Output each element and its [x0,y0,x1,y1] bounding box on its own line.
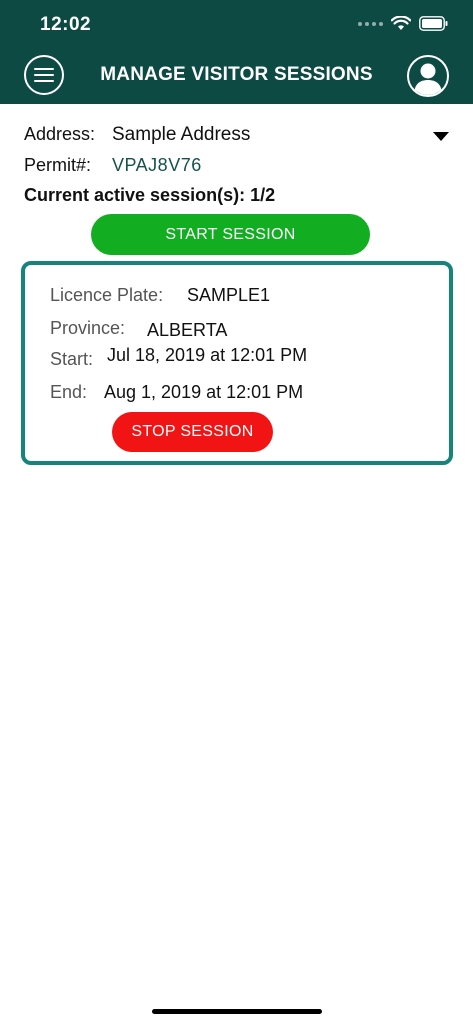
active-sessions-count: Current active session(s): 1/2 [24,185,276,205]
app-header: 12:02 MANAGE VISITOR SESSIONS [0,0,473,104]
licence-plate-label: Licence Plate: [50,285,164,305]
province-value: ALBERTA [147,320,228,340]
dropdown-caret-icon[interactable] [433,132,449,141]
cellular-signal-icon [358,21,383,26]
start-session-button[interactable]: START SESSION [91,214,370,255]
permit-value: VPAJ8V76 [112,155,202,175]
battery-icon [419,16,448,31]
start-value: Jul 18, 2019 at 12:01 PM [107,345,308,365]
status-icons [358,16,449,31]
menu-button[interactable] [24,55,64,95]
hamburger-menu-icon [34,68,54,82]
address-value: Sample Address [112,124,251,145]
stop-session-button[interactable]: STOP SESSION [112,412,273,452]
page-title: MANAGE VISITOR SESSIONS [100,64,373,85]
permit-label: Permit#: [24,155,92,175]
wifi-icon [391,16,411,30]
licence-plate-value: SAMPLE1 [187,285,271,305]
session-card: Licence Plate: SAMPLE1 Province: ALBERTA… [21,261,453,465]
status-time: 12:02 [40,14,92,35]
permit-row: Permit#: VPAJ8V76 [24,155,202,176]
address-label: Address: [24,124,96,144]
end-value: Aug 1, 2019 at 12:01 PM [104,382,304,402]
province-label: Province: [50,318,126,338]
profile-button[interactable] [407,55,449,97]
screen: 12:02 MANAGE VISITOR SESSIONS Address: S… [0,0,473,1024]
user-avatar-icon [414,63,442,95]
start-label: Start: [50,349,94,369]
home-indicator[interactable] [152,1009,322,1014]
address-row[interactable]: Address: Sample Address [24,124,449,146]
end-label: End: [50,382,88,402]
